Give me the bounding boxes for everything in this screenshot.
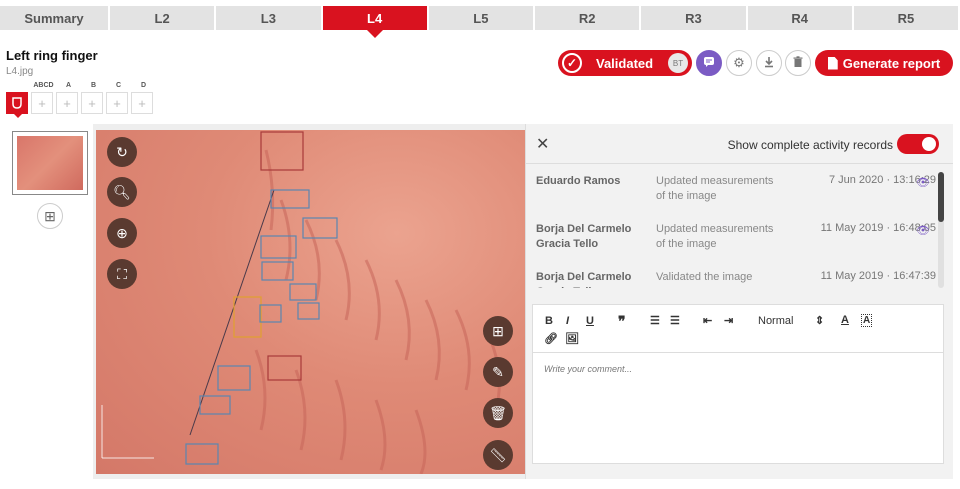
grid-boxes: + + + + + [6,92,156,118]
delete-button[interactable] [785,50,811,76]
generate-report-label: Generate report [842,55,941,71]
record-date: 11 May 2019 · 16:47:39 [820,270,936,282]
grid-add-c[interactable]: + [106,92,128,114]
gear-icon: ⚙ [733,55,745,70]
tab-r5[interactable]: R5 [853,6,960,30]
indent-icon[interactable]: ⇥ [724,314,733,327]
activity-records: Eduardo Ramos Updated measurements of th… [526,168,946,288]
record-action: Validated the image [656,271,753,283]
activity-record: Borja Del Carmelo Gracia Tello Validated… [526,264,946,288]
rotate-icon: ↻ [116,143,128,160]
record-user: Borja Del Carmelo Gracia Tello [536,271,632,288]
comment-button[interactable] [696,50,722,76]
fullscreen-button[interactable]: ⛶ [107,259,137,289]
download-button[interactable] [756,50,782,76]
finger-tabs: Summary L2 L3 L4 L5 R2 R3 R4 R5 [0,6,960,38]
activity-scrollbar[interactable] [938,172,944,288]
rotate-button[interactable]: ↻ [107,137,137,167]
check-icon: ✓ [562,53,582,73]
grid-labels: ABCD A B C D [31,82,156,89]
underline-icon[interactable]: U [586,315,594,327]
tab-r3[interactable]: R3 [641,6,748,30]
grid-add-d[interactable]: + [131,92,153,114]
grid-label: D [140,82,147,89]
validated-status-toggle[interactable]: ✓ Validated BT [558,50,692,76]
delete-annotation-button[interactable]: 🗑︎ [483,398,513,428]
quote-icon[interactable]: ❞ [618,313,626,330]
italic-icon[interactable]: I [566,315,569,327]
activity-panel-header: ✕ Show complete activity records [526,124,953,164]
thumbnail-preview [17,136,83,190]
outdent-icon[interactable]: ⇤ [703,314,712,327]
grid-add-b[interactable]: + [81,92,103,114]
select-chevron-icon: ⇕ [815,315,825,327]
image-icon[interactable]: 🖼︎ [565,332,579,345]
zoom-out-icon: 🔍︎ [113,183,131,200]
tab-l3[interactable]: L3 [216,6,323,30]
tab-r2[interactable]: R2 [535,6,642,30]
tab-r4[interactable]: R4 [747,6,854,30]
highlight-icon[interactable]: A [861,314,873,327]
add-image-button[interactable]: ⊞ [37,203,63,229]
tab-summary[interactable]: Summary [0,6,110,30]
text-style-select[interactable]: Normal [758,315,793,327]
scrollbar-thumb[interactable] [938,172,944,222]
trash-icon [793,55,803,71]
bullet-list-icon[interactable]: ☰ [670,314,680,327]
comment-editor: B I U ❞ ☰ ☰ ⇤ ⇥ Normal ⇕ A A 🔗︎ 🖼︎ Write… [532,304,944,464]
view-changes-icon[interactable]: 👁 [916,224,930,237]
grid-label: B [90,82,97,89]
finger-title: Left ring finger [6,48,98,63]
link-icon[interactable]: 🔗︎ [544,332,558,345]
zoom-in-button[interactable]: ⊕ [107,218,137,248]
zoom-in-icon: ⊕ [116,224,128,241]
view-changes-icon[interactable]: 👁 [916,176,930,189]
settings-button[interactable]: ⚙ [726,50,752,76]
show-activity-toggle[interactable] [897,134,939,154]
add-box-icon: ⊞ [492,322,504,339]
grid-add-abcd[interactable]: + [31,92,53,114]
close-icon[interactable]: ✕ [536,134,549,154]
text-color-icon[interactable]: A [841,314,849,326]
activity-record: Eduardo Ramos Updated measurements of th… [526,168,946,216]
ruler-icon: 📏︎ [489,446,507,463]
capillaroscopy-image[interactable]: ↻ 🔍︎ ⊕ ⛶ ⊞ ✎ 🗑︎ 📏︎ [96,130,526,474]
avatar: BT [668,53,688,73]
comment-icon [703,56,715,71]
comment-input[interactable]: Write your comment... [544,364,632,374]
record-action: Updated measurements of the image [656,175,774,202]
fullscreen-icon: ⛶ [117,265,127,282]
activity-record: Borja Del Carmelo Gracia Tello Updated m… [526,216,946,264]
download-icon [763,56,775,71]
image-thumbnail[interactable] [12,131,88,195]
pencil-icon: ✎ [492,363,504,380]
ordered-list-icon[interactable]: ☰ [650,314,660,327]
trash-icon: 🗑︎ [489,404,507,421]
finger-shape-icon[interactable] [6,92,28,118]
show-activity-label: Show complete activity records [727,138,893,152]
tab-l4[interactable]: L4 [322,6,429,38]
grid-label: A [65,82,72,89]
grid-label: C [115,82,122,89]
image-filename: L4.jpg [6,66,34,77]
image-annotations [101,131,501,474]
grid-label: ABCD [33,82,54,89]
tab-l2[interactable]: L2 [110,6,217,30]
record-user: Eduardo Ramos [536,175,621,187]
editor-toolbar: B I U ❞ ☰ ☰ ⇤ ⇥ Normal ⇕ A A 🔗︎ 🖼︎ [533,305,943,353]
generate-report-button[interactable]: Generate report [815,50,953,76]
grid-add-a[interactable]: + [56,92,78,114]
status-label: Validated [596,55,654,71]
add-image-icon: ⊞ [44,207,56,224]
bold-icon[interactable]: B [545,315,553,327]
add-annotation-button[interactable]: ⊞ [483,316,513,346]
record-user: Borja Del Carmelo Gracia Tello [536,223,632,250]
tab-l5[interactable]: L5 [428,6,535,30]
document-icon [827,56,838,70]
edit-annotation-button[interactable]: ✎ [483,357,513,387]
zoom-out-button[interactable]: 🔍︎ [107,177,137,207]
measure-button[interactable]: 📏︎ [483,440,513,470]
record-action: Updated measurements of the image [656,223,774,250]
